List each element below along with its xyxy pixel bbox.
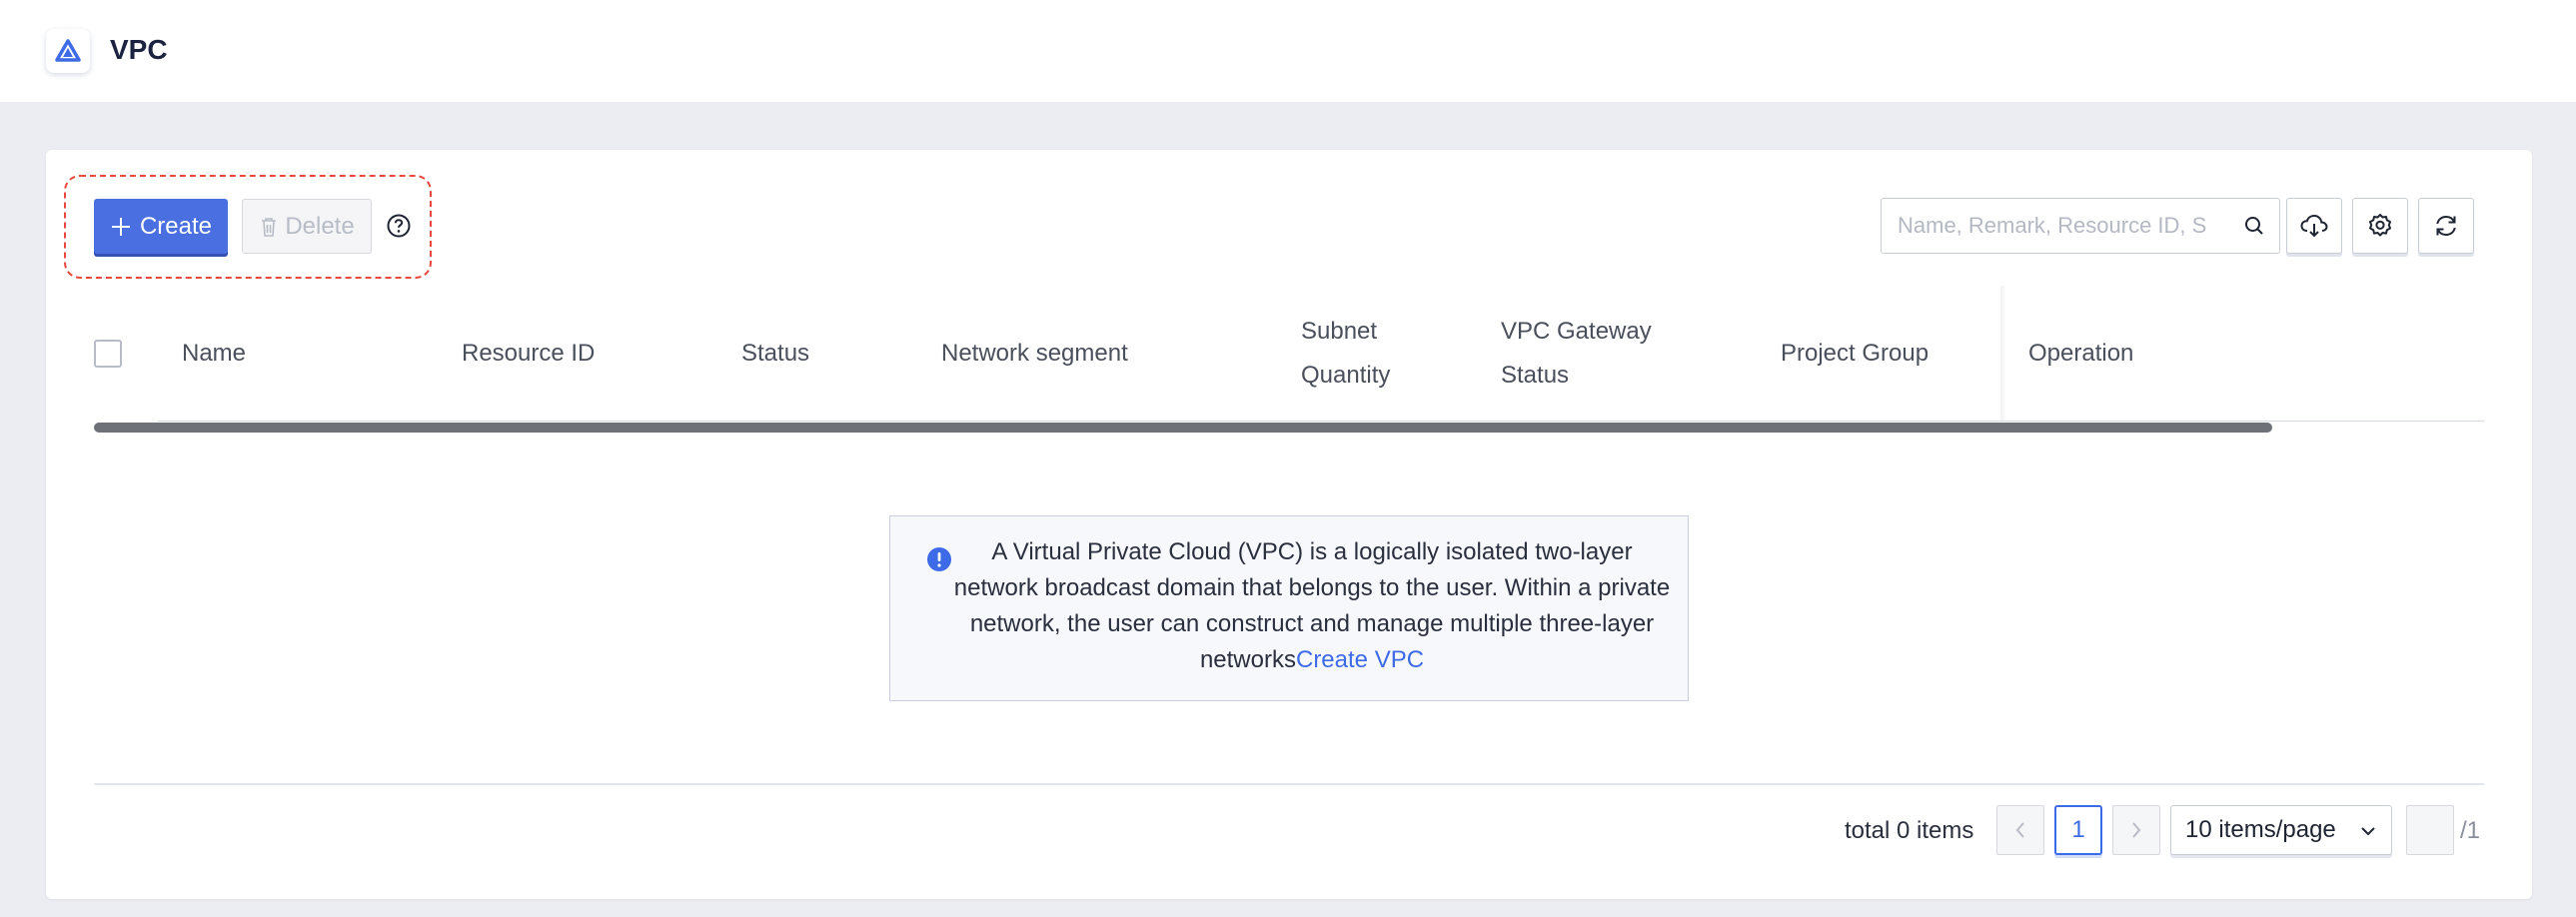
select-all-checkbox[interactable]: [94, 340, 122, 368]
refresh-icon: [2436, 215, 2456, 237]
search-box: [1881, 198, 2280, 254]
table-header-divider: [158, 421, 2484, 422]
column-header-network-segment[interactable]: Network segment: [941, 332, 1128, 376]
column-header-vpc-gateway-status-line2: Status: [1501, 362, 1570, 389]
question-circle-icon[interactable]: [386, 213, 412, 239]
column-header-vpc-gateway-status[interactable]: VPC Gateway Status: [1501, 310, 1652, 398]
gear-icon: [2369, 214, 2391, 237]
page-size-select[interactable]: 10 items/page: [2170, 805, 2392, 855]
table-footer-divider: [94, 783, 2484, 785]
page-size-value: 10 items/page: [2185, 816, 2336, 843]
delete-button[interactable]: Delete: [242, 199, 372, 254]
previous-page-button[interactable]: [1996, 805, 2044, 855]
page-title: VPC: [110, 34, 168, 65]
settings-button[interactable]: [2352, 198, 2408, 254]
create-button[interactable]: Create: [94, 199, 228, 254]
search-input[interactable]: [1882, 199, 2231, 253]
column-header-subnet-quantity[interactable]: Subnet Quantity: [1301, 310, 1390, 398]
column-header-name[interactable]: Name: [182, 332, 246, 376]
page-jump-input[interactable]: [2406, 805, 2454, 855]
column-header-operation: Operation: [2028, 340, 2134, 367]
column-header-subnet-quantity-line1: Subnet: [1301, 318, 1378, 345]
chevron-down-icon: [2361, 827, 2375, 836]
vpc-list-card: Create Delete Name, Remark, Resource ID,…: [46, 150, 2532, 899]
total-pages: /1: [2460, 817, 2481, 844]
download-button[interactable]: [2286, 198, 2342, 254]
vpc-logo-icon: [46, 29, 90, 73]
horizontal-scrollbar[interactable]: [94, 423, 2272, 433]
empty-state-notice: A Virtual Private Cloud (VPC) is a logic…: [889, 515, 1689, 701]
chevron-left-icon: [2015, 822, 2024, 838]
column-header-project-group[interactable]: Project Group: [1781, 332, 1929, 376]
column-header-status[interactable]: Status: [741, 332, 809, 376]
create-vpc-link[interactable]: Create VPC: [1296, 646, 1424, 673]
chevron-right-icon: [2132, 822, 2141, 838]
plus-icon: [111, 217, 130, 236]
cloud-download-icon: [2300, 214, 2328, 238]
top-bar: VPC: [0, 0, 2576, 102]
create-button-label: Create: [139, 212, 213, 240]
refresh-button[interactable]: [2418, 198, 2474, 254]
column-header-vpc-gateway-status-line1: VPC Gateway: [1501, 318, 1652, 345]
sticky-column-divider: [2000, 286, 2006, 422]
next-page-button[interactable]: [2112, 805, 2160, 855]
search-icon[interactable]: [2243, 215, 2265, 237]
column-header-subnet-quantity-line2: Quantity: [1301, 362, 1391, 389]
info-icon: [927, 547, 951, 571]
column-header-resource-id[interactable]: Resource ID: [462, 332, 595, 376]
page-number-1[interactable]: 1: [2054, 805, 2102, 855]
total-items-count: total 0 items: [1845, 817, 1974, 844]
empty-state-text: A Virtual Private Cloud (VPC) is a logic…: [950, 534, 1674, 678]
trash-icon: [262, 217, 277, 237]
delete-button-label: Delete: [285, 212, 355, 240]
